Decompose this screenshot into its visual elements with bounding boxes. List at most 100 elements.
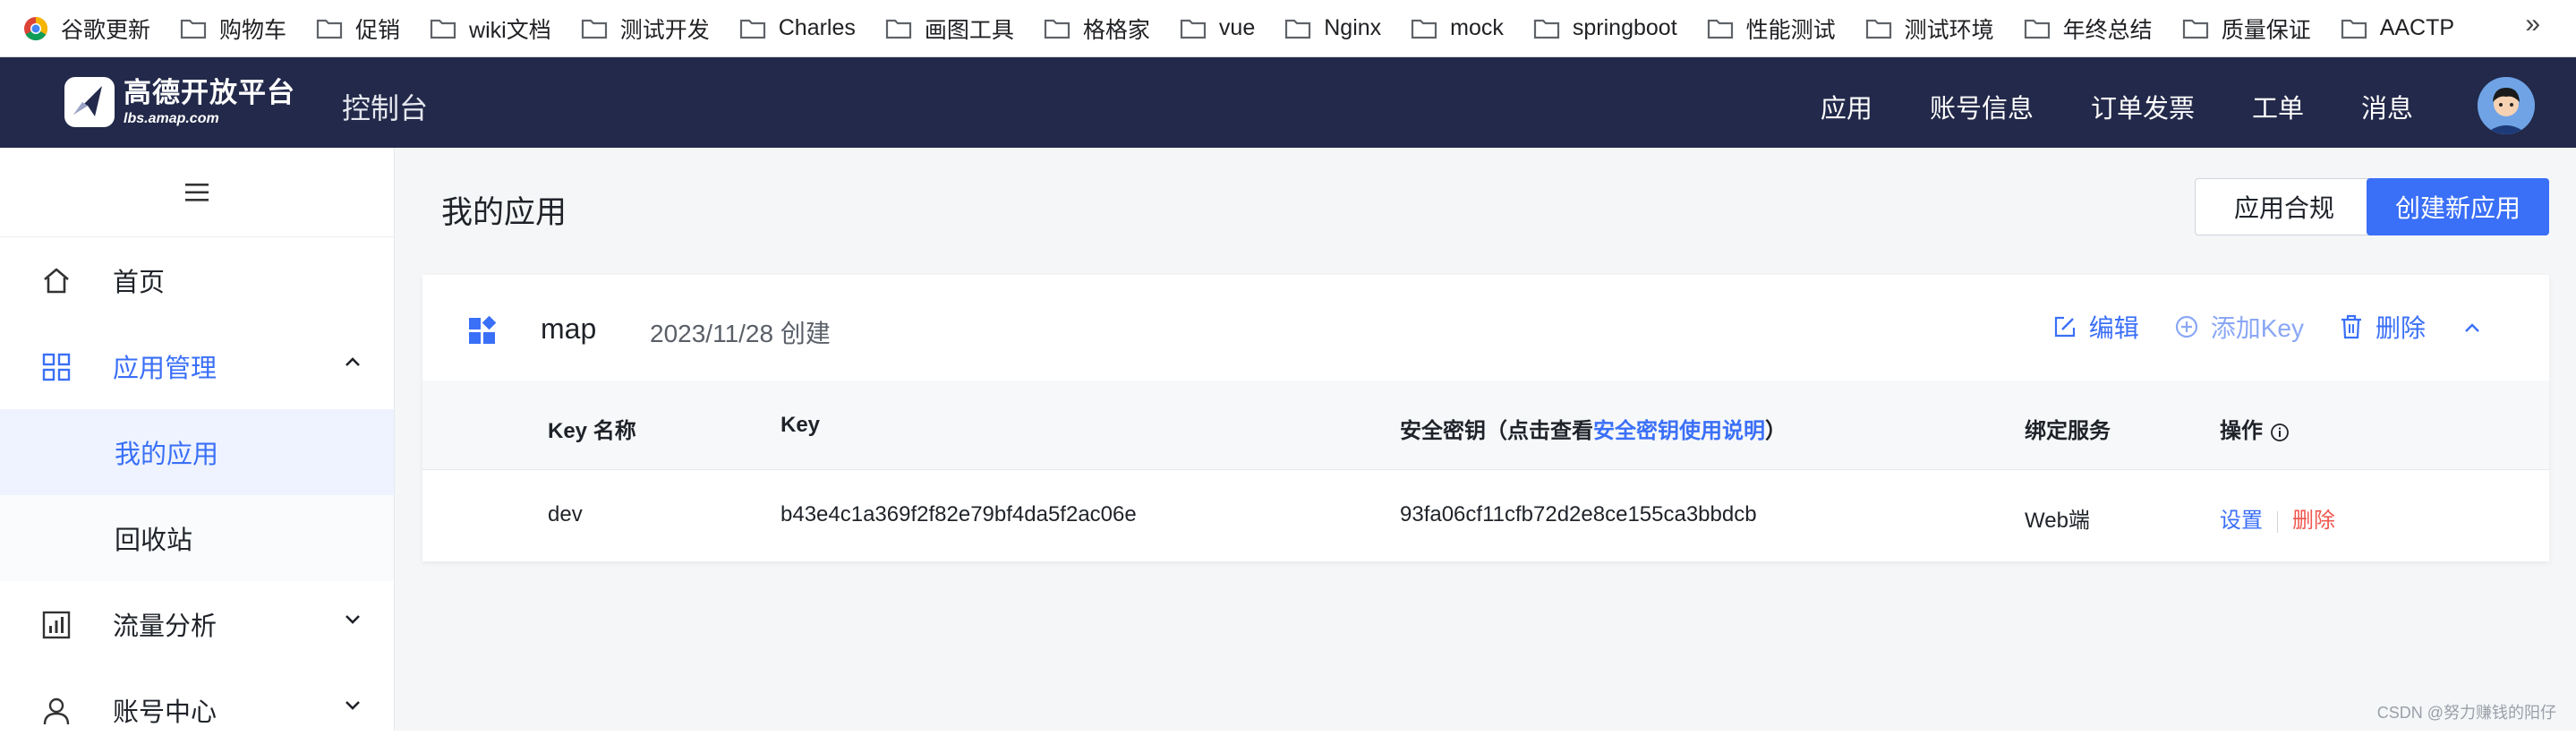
header-key: Key <box>780 413 821 437</box>
bookmark-folder[interactable]: 测试环境 <box>1865 13 1994 45</box>
menu-icon <box>185 183 209 201</box>
bookmark-label: AACTP <box>2379 15 2455 40</box>
cell-secret: 93fa06cf11cfb72d2e8ce155ca3bbdcb <box>1400 502 1757 526</box>
key-delete-link[interactable]: 删除 <box>2292 509 2335 533</box>
bookmark-label: mock <box>1450 15 1504 40</box>
folder-icon <box>180 19 207 39</box>
bookmark-folder[interactable]: 测试开发 <box>581 13 710 45</box>
folder-icon <box>1285 19 1311 39</box>
chevron-down-icon <box>345 615 360 624</box>
app-created-date: 2023/11/28 创建 <box>650 320 831 347</box>
amap-logo-icon <box>64 77 115 127</box>
app-icon <box>469 315 497 344</box>
cell-ops: 设置 删除 <box>2220 502 2335 534</box>
amap-logo[interactable]: 高德开放平台 lbs.amap.com <box>63 75 295 129</box>
nav-link-apps[interactable]: 应用 <box>1821 88 1872 125</box>
edit-icon <box>2054 316 2075 338</box>
bookmark-label: Nginx <box>1324 15 1382 40</box>
sidebar-toggle-button[interactable] <box>0 148 394 237</box>
header-secret-suffix: ） <box>1765 419 1787 443</box>
sidebar-item-app-management[interactable]: 应用管理 <box>0 323 394 409</box>
main-content: 我的应用 应用合规 创建新应用 map 2023/11/28 创建 编辑 添加K… <box>395 148 2576 731</box>
logo-text: 高德开放平台 lbs.amap.com <box>124 79 295 126</box>
top-navbar: 高德开放平台 lbs.amap.com 控制台 应用 账号信息 订单发票 工单 … <box>0 57 2576 148</box>
bookmark-folder[interactable]: 年终总结 <box>2024 13 2153 45</box>
bookmark-label: vue <box>1218 15 1256 40</box>
keys-table: Key 名称 Key 安全密钥（点击查看安全密钥使用说明） 绑定服务 操作 de… <box>422 381 2549 560</box>
folder-icon <box>1865 19 1891 39</box>
bookmark-folder[interactable]: wiki文档 <box>430 13 551 45</box>
folder-icon <box>739 19 765 39</box>
create-app-button[interactable]: 创建新应用 <box>2367 178 2549 235</box>
delete-app-button[interactable]: 删除 <box>2340 309 2426 345</box>
bookmark-item[interactable]: 谷歌更新 <box>23 13 150 45</box>
bookmarks-overflow-button[interactable]: » <box>2525 9 2540 39</box>
bookmark-folder[interactable]: vue <box>1180 15 1255 41</box>
avatar[interactable] <box>2478 77 2535 134</box>
chevron-down-icon <box>345 701 360 710</box>
bookmarks-bar: 谷歌更新 购物车 促销 wiki文档 测试开发 Charles 画图工具 格格家… <box>0 0 2576 57</box>
folder-icon <box>1412 19 1437 39</box>
logo-title: 高德开放平台 <box>124 76 295 108</box>
bookmark-label: 测试环境 <box>1904 17 1994 43</box>
sidebar-item-label: 我的应用 <box>115 441 219 469</box>
logo-domain: lbs.amap.com <box>124 110 219 126</box>
chart-icon <box>42 611 71 639</box>
sidebar-item-my-apps[interactable]: 我的应用 <box>0 409 394 495</box>
bookmark-folder[interactable]: 质量保证 <box>2182 13 2311 45</box>
folder-icon <box>1707 19 1733 39</box>
sidebar-item-account-center[interactable]: 账号中心 <box>0 667 394 753</box>
bookmark-label: springboot <box>1572 15 1677 40</box>
folder-icon <box>2341 19 2367 39</box>
bookmark-folder[interactable]: Charles <box>739 15 856 41</box>
bookmark-folder[interactable]: AACTP <box>2341 15 2454 41</box>
edit-app-button[interactable]: 编辑 <box>2053 309 2139 345</box>
edit-label: 编辑 <box>2088 314 2139 342</box>
bookmark-folder[interactable]: 促销 <box>316 13 400 45</box>
bookmark-folder[interactable]: 格格家 <box>1044 13 1150 45</box>
key-settings-link[interactable]: 设置 <box>2220 509 2263 533</box>
sidebar-item-traffic-analysis[interactable]: 流量分析 <box>0 581 394 667</box>
console-title[interactable]: 控制台 <box>342 86 428 127</box>
user-icon <box>43 697 70 725</box>
bookmark-label: 质量保证 <box>2221 17 2311 43</box>
bookmark-label: 性能测试 <box>1745 17 1836 43</box>
secret-doc-link[interactable]: 安全密钥使用说明 <box>1593 419 1765 443</box>
bookmark-folder[interactable]: springboot <box>1533 15 1677 41</box>
cell-key: b43e4c1a369f2f82e79bf4da5f2ac06e <box>780 502 1137 526</box>
add-key-button[interactable]: 添加Key <box>2175 309 2304 345</box>
folder-icon <box>2024 19 2050 39</box>
nav-link-tickets[interactable]: 工单 <box>2252 88 2304 125</box>
app-name: map <box>541 312 597 345</box>
bookmark-folder[interactable]: 购物车 <box>180 13 286 45</box>
folder-icon <box>430 19 456 39</box>
bookmark-folder[interactable]: Nginx <box>1284 15 1381 41</box>
header-key-name: Key 名称 <box>548 419 636 443</box>
app-card-header: map 2023/11/28 创建 编辑 添加Key 删除 <box>422 275 2549 381</box>
bookmark-label: wiki文档 <box>469 17 551 43</box>
header-secret-prefix: 安全密钥（点击查看 <box>1400 419 1593 443</box>
bookmark-folder[interactable]: mock <box>1411 15 1504 41</box>
bookmark-label: Charles <box>778 15 856 40</box>
sidebar-item-recycle-bin[interactable]: 回收站 <box>0 495 394 581</box>
table-header: Key 名称 Key 安全密钥（点击查看安全密钥使用说明） 绑定服务 操作 <box>422 381 2549 470</box>
nav-link-orders-invoices[interactable]: 订单发票 <box>2091 88 2195 125</box>
header-ops: 操作 <box>2220 413 2290 444</box>
folder-icon <box>885 19 911 39</box>
add-key-label: 添加Key <box>2210 314 2304 342</box>
bookmark-label: 测试开发 <box>619 17 710 43</box>
app-compliance-button[interactable]: 应用合规 <box>2195 178 2374 235</box>
folder-icon <box>1533 19 1559 39</box>
chrome-icon <box>24 16 48 40</box>
bookmark-folder[interactable]: 画图工具 <box>885 13 1014 45</box>
delete-label: 删除 <box>2375 314 2426 342</box>
info-icon[interactable] <box>2270 423 2290 442</box>
add-circle-icon <box>2175 315 2197 338</box>
bookmark-folder[interactable]: 性能测试 <box>1707 13 1836 45</box>
cell-service: Web端 <box>2025 509 2090 533</box>
sidebar-item-home[interactable]: 首页 <box>0 237 394 323</box>
nav-link-account-info[interactable]: 账号信息 <box>1930 88 2034 125</box>
nav-link-messages[interactable]: 消息 <box>2361 88 2413 125</box>
chevron-up-icon[interactable] <box>2463 321 2481 334</box>
sidebar-item-label: 回收站 <box>115 526 193 555</box>
